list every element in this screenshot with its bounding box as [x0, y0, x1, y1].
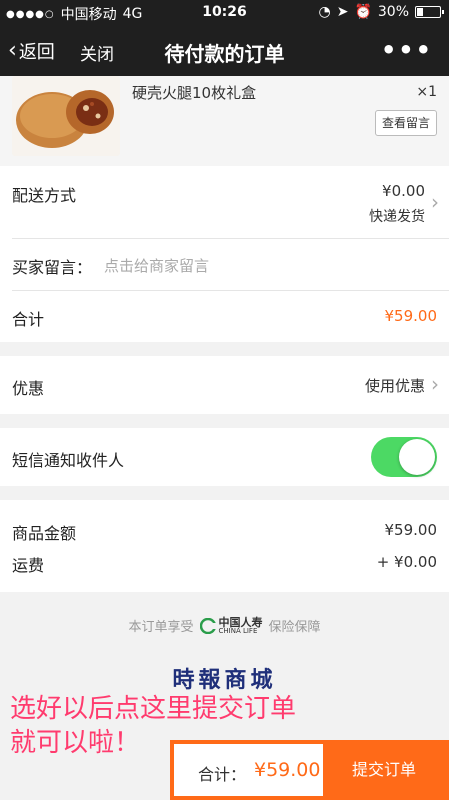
sms-notice-row: 短信通知收件人	[12, 428, 449, 486]
discount-row[interactable]: 优惠 使用优惠 ›	[12, 356, 449, 414]
checkout-bar: 合计： ¥59.00 提交订单	[170, 740, 449, 800]
use-discount-link[interactable]: 使用优惠	[365, 375, 425, 396]
status-right: ◔ ➤ ⏰ 30%	[318, 4, 444, 20]
status-bar: ●●●●○ 中国移动 4G 10:26 ◔ ➤ ⏰ 30%	[0, 0, 449, 26]
insurance-suffix: 保险保障	[268, 620, 321, 635]
delivery-method: 快递发货	[369, 209, 425, 225]
sms-notice-card: 短信通知收件人	[0, 428, 449, 486]
more-menu-button[interactable]: •••	[381, 36, 433, 64]
brand-logo: 時報商城	[172, 667, 277, 693]
chevron-left-icon: ‹	[8, 38, 17, 63]
back-button[interactable]: ‹ 返回	[8, 38, 55, 64]
delivery-price: ¥0.00	[382, 182, 425, 200]
submit-order-button[interactable]: 提交订单	[323, 744, 445, 796]
chevron-right-icon: ›	[431, 372, 439, 396]
view-memo-button[interactable]: 查看留言	[375, 110, 437, 136]
delivery-label: 配送方式	[12, 186, 77, 205]
delivery-row[interactable]: 配送方式 ¥0.00 快递发货 ›	[12, 166, 449, 238]
shipping-fee-value: + ¥0.00	[376, 553, 437, 571]
goods-amount-value: ¥59.00	[384, 521, 438, 539]
product-image	[12, 76, 120, 156]
chevron-right-icon: ›	[431, 190, 439, 214]
product-item: 硬壳火腿10枚礼盒 ×1 查看留言	[0, 76, 449, 166]
annotation-line-1: 选好以后点这里提交订单	[10, 694, 297, 724]
subtotal-value: ¥59.00	[384, 307, 438, 325]
buyer-message-label: 买家留言：	[12, 258, 93, 277]
buyer-message-row[interactable]: 买家留言： 点击给商家留言	[12, 238, 449, 290]
orientation-lock-icon: ◔	[318, 4, 331, 20]
battery-level	[417, 8, 423, 16]
location-icon: ➤	[336, 4, 349, 20]
order-details-card: 配送方式 ¥0.00 快递发货 › 买家留言： 点击给商家留言 合计 ¥59.0…	[0, 166, 449, 342]
toggle-knob	[399, 439, 435, 475]
discount-label: 优惠	[12, 379, 45, 398]
close-button[interactable]: 关闭	[80, 40, 114, 65]
shipping-fee-label: 运费	[12, 556, 45, 575]
sms-notice-label: 短信通知收件人	[12, 451, 125, 470]
china-life-en: CHINA LIFE	[218, 626, 258, 635]
china-life-icon	[199, 617, 216, 634]
china-life-logo: 中国人寿 CHINA LIFE	[199, 615, 263, 635]
product-name: 硬壳火腿10枚礼盒	[132, 84, 257, 102]
battery-icon	[415, 6, 444, 18]
nav-bar: ‹ 返回 关闭 待付款的订单 •••	[0, 26, 449, 76]
sms-notice-toggle[interactable]	[371, 437, 437, 477]
alarm-icon: ⏰	[354, 4, 372, 20]
price-summary-card: 商品金额 ¥59.00 运费 + ¥0.00	[0, 500, 449, 592]
discount-card[interactable]: 优惠 使用优惠 ›	[0, 356, 449, 414]
subtotal-row: 合计 ¥59.00	[12, 290, 449, 342]
goods-amount-label: 商品金额	[12, 524, 77, 543]
insurance-notice: 本订单享受 中国人寿 CHINA LIFE 保险保障	[0, 615, 449, 636]
china-life-cn: 中国人寿	[218, 615, 263, 629]
battery-percent: 30%	[377, 4, 409, 20]
back-label: 返回	[18, 42, 55, 63]
checkout-total-label: 合计：	[198, 765, 247, 784]
subtotal-label: 合计	[12, 310, 45, 329]
product-quantity: ×1	[416, 84, 437, 100]
insurance-prefix: 本订单享受	[128, 620, 194, 635]
checkout-total-value: ¥59.00	[254, 759, 321, 781]
buyer-message-input[interactable]: 点击给商家留言	[104, 255, 209, 276]
